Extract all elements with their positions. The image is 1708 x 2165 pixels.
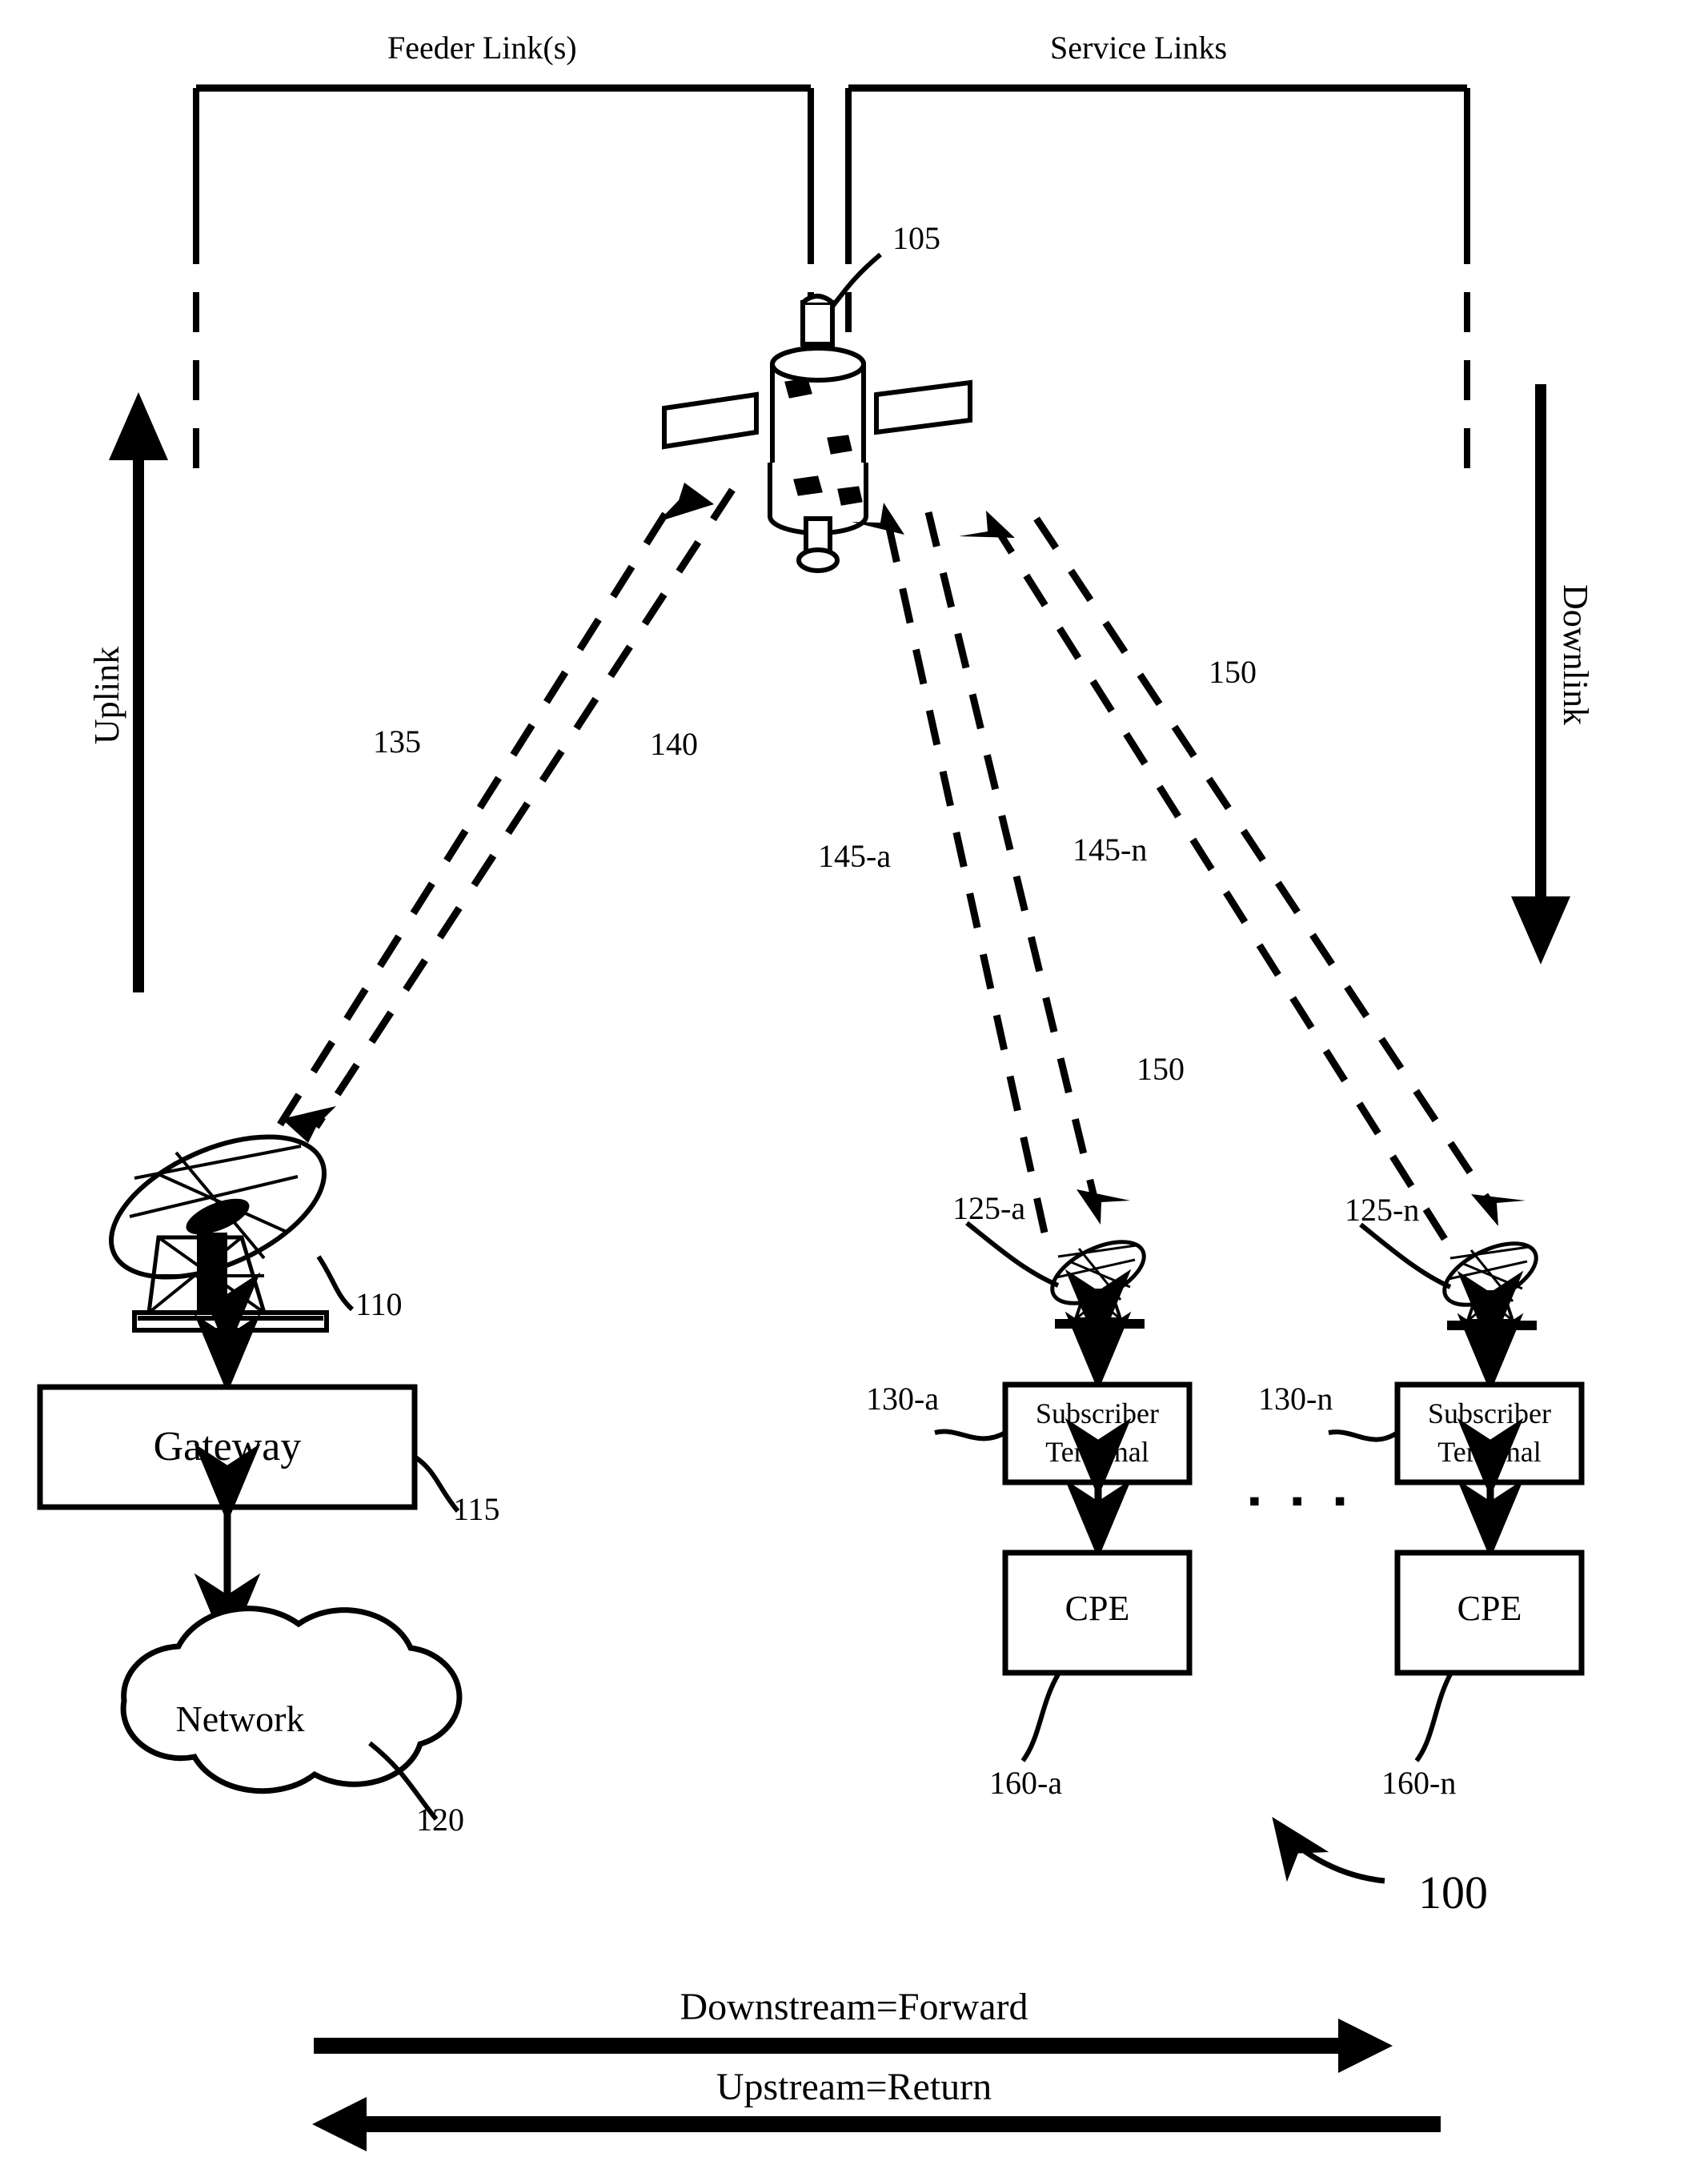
- upstream-return-label: Upstream=Return: [716, 2066, 992, 2108]
- feeder-downlink-beam-140: [313, 487, 736, 1129]
- cpe-n-label: CPE: [1457, 1589, 1522, 1628]
- subscriber-terminal-n-label-line1: Subscriber: [1428, 1397, 1551, 1429]
- satellite-icon: [662, 294, 972, 573]
- cpe-a-label: CPE: [1064, 1589, 1130, 1628]
- service-beam-145n-arrowhead: [959, 511, 1015, 538]
- diagram-vector-layer: [37, 84, 1585, 2151]
- ref-120: 120: [416, 1802, 464, 1838]
- ref-150-upper: 150: [1209, 654, 1257, 690]
- user-antenna-n-leader: [1359, 1222, 1452, 1289]
- gateway-antenna-leader: [316, 1255, 355, 1312]
- ref-110: 110: [355, 1286, 403, 1322]
- ref-150-lower: 150: [1137, 1051, 1185, 1087]
- ref-130-n: 130-n: [1258, 1381, 1333, 1417]
- subscriber-terminal-a-label-line2: Terminal: [1045, 1436, 1149, 1468]
- terminal-group-ellipsis: ▪ ▪ ▪: [1249, 1483, 1357, 1520]
- network-label: Network: [175, 1698, 305, 1739]
- ref-160-a: 160-a: [989, 1765, 1063, 1801]
- service-beam-150n-arrowhead: [1471, 1194, 1526, 1226]
- cpe-a-leader: [1020, 1673, 1060, 1762]
- ref-115: 115: [453, 1491, 500, 1527]
- service-beam-145n-up: [993, 526, 1448, 1241]
- ref-160-n: 160-n: [1381, 1765, 1457, 1801]
- satellite-leader: [830, 252, 882, 308]
- downlink-label: Downlink: [1556, 584, 1595, 725]
- ref-125-n: 125-n: [1345, 1192, 1420, 1228]
- ref-145-a: 145-a: [818, 838, 892, 874]
- service-beam-145a-up: [884, 523, 1048, 1233]
- ref-125-a: 125-a: [952, 1190, 1026, 1226]
- feeder-uplink-beam-135: [277, 494, 680, 1127]
- user-antenna-n-icon: [1442, 1241, 1538, 1330]
- subscriber-terminal-a-leader: [934, 1429, 1007, 1441]
- gateway-leader: [413, 1454, 460, 1513]
- cpe-n-leader: [1414, 1673, 1453, 1762]
- figure-number-100: 100: [1418, 1866, 1488, 1918]
- ref-145-n: 145-n: [1073, 832, 1148, 868]
- feeder-links-label: Feeder Link(s): [387, 30, 577, 66]
- ref-130-a: 130-a: [866, 1381, 940, 1417]
- figure-100-leader: [1272, 1817, 1385, 1884]
- uplink-label: Uplink: [87, 646, 126, 744]
- ref-140: 140: [650, 726, 698, 762]
- gateway-label: Gateway: [153, 1424, 302, 1469]
- user-antenna-a-icon: [1050, 1240, 1146, 1329]
- feeder-uplink-arrowhead: [658, 483, 714, 522]
- ref-135: 135: [373, 724, 421, 760]
- subscriber-terminal-n-leader: [1328, 1429, 1399, 1442]
- ref-105: 105: [892, 220, 940, 256]
- subscriber-terminal-n-label-line2: Terminal: [1437, 1436, 1542, 1468]
- downstream-forward-label: Downstream=Forward: [680, 1986, 1028, 2028]
- patent-figure-canvas: Feeder Link(s) Service Links Uplink Down…: [0, 0, 1708, 2165]
- subscriber-terminal-a-label-line1: Subscriber: [1036, 1397, 1159, 1429]
- service-beam-150a-arrowhead: [1077, 1189, 1130, 1225]
- service-links-label: Service Links: [1050, 30, 1228, 66]
